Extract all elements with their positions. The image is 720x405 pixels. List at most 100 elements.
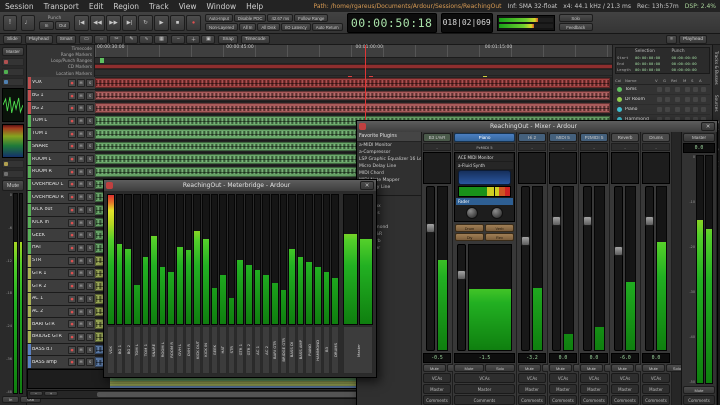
track-mute-button[interactable]: M bbox=[77, 333, 85, 341]
record-arm-button[interactable]: ● bbox=[68, 142, 76, 150]
midi-panic-button[interactable]: ! bbox=[3, 15, 17, 31]
track-header[interactable]: AC 2 ● M S bbox=[27, 306, 95, 318]
vcas-button[interactable]: VCAs bbox=[423, 373, 451, 383]
track-header[interactable]: GTR 2 ● M S bbox=[27, 280, 95, 292]
track-solo-button[interactable]: S bbox=[86, 206, 94, 214]
ruler-area[interactable]: 00:00:30:0000:00:45:0000:01:00:0000:01:1… bbox=[95, 45, 612, 77]
zoom-in-button[interactable]: + bbox=[44, 391, 58, 396]
meter-track-name[interactable]: GTR 2 bbox=[245, 326, 253, 374]
edit-point-combo[interactable]: Playhead bbox=[25, 35, 53, 44]
ruler-label[interactable]: Loop/Punch Ranges bbox=[29, 58, 92, 64]
meter-track-name[interactable]: OVH R bbox=[185, 326, 193, 374]
track-name[interactable]: AC 2 bbox=[32, 309, 67, 314]
gain-display[interactable]: 0.0 bbox=[549, 353, 577, 363]
tool-button[interactable]: ▭ bbox=[79, 35, 93, 44]
strip-mute-button[interactable]: Mute bbox=[683, 386, 715, 394]
track-mute-button[interactable]: M bbox=[77, 295, 85, 303]
track-name[interactable]: HAT bbox=[32, 245, 67, 250]
menu-item[interactable]: Window bbox=[202, 2, 242, 11]
meter-track-name[interactable]: ROOM L bbox=[159, 326, 167, 374]
record-arm-button[interactable]: ● bbox=[68, 358, 76, 366]
track-name[interactable]: STR bbox=[32, 258, 67, 263]
io-latency-button[interactable]: I/O Latency bbox=[281, 23, 311, 31]
editor-list-tab[interactable]: Tracks & Busses bbox=[714, 51, 719, 85]
menu-item[interactable]: Edit bbox=[84, 2, 109, 11]
strip-input-button[interactable]: - bbox=[580, 143, 608, 151]
send-button[interactable]: Drum bbox=[455, 224, 484, 232]
track-name[interactable]: SNARE bbox=[32, 144, 67, 149]
strip-output-button[interactable]: Master bbox=[611, 384, 639, 394]
track-name[interactable]: KICK in bbox=[32, 220, 67, 225]
audio-region[interactable] bbox=[95, 103, 610, 113]
strip-mute-button[interactable]: Mute bbox=[580, 364, 603, 372]
track-name[interactable]: TOM L bbox=[32, 118, 67, 123]
favorite-plugin-item[interactable]: MIDI Chord bbox=[357, 170, 421, 177]
fader[interactable] bbox=[645, 186, 654, 351]
zoom-button[interactable]: ▣ bbox=[201, 35, 215, 44]
meter-track-name[interactable]: TOM L bbox=[133, 326, 141, 374]
meter-track-name[interactable]: B3 bbox=[323, 326, 331, 374]
record-arm-button[interactable]: ● bbox=[68, 206, 76, 214]
track-solo-button[interactable]: S bbox=[86, 104, 94, 112]
strip-processor-box[interactable] bbox=[642, 152, 670, 184]
loop-icon[interactable]: ↻ bbox=[138, 15, 153, 31]
track-header[interactable]: STR ● M S bbox=[27, 255, 95, 267]
track-mute-button[interactable]: M bbox=[77, 130, 85, 138]
master-strip-row[interactable] bbox=[2, 68, 24, 76]
track-header[interactable]: VOX ● M S bbox=[27, 77, 95, 89]
track-mute-button[interactable]: M bbox=[77, 269, 85, 277]
record-arm-button[interactable]: ● bbox=[68, 346, 76, 354]
strip-output-button[interactable]: Master bbox=[423, 384, 451, 394]
meter-track-name[interactable]: BG 1 bbox=[116, 326, 124, 374]
master-strip-row[interactable] bbox=[2, 78, 24, 86]
strip-output-button[interactable]: Master bbox=[454, 384, 515, 394]
ruler-label[interactable]: Timecode bbox=[29, 46, 92, 52]
close-icon[interactable]: ✕ bbox=[701, 122, 715, 131]
group-name[interactable]: Piano bbox=[625, 107, 655, 112]
track-solo-button[interactable]: S bbox=[86, 168, 94, 176]
fader[interactable] bbox=[521, 186, 530, 351]
track-mute-button[interactable]: M bbox=[77, 168, 85, 176]
track-name[interactable]: BASS d.i bbox=[32, 347, 67, 352]
track-solo-button[interactable]: S bbox=[86, 92, 94, 100]
group-name[interactable]: Dr Room bbox=[625, 97, 655, 102]
track-header[interactable]: BG 2 ● M S bbox=[27, 102, 95, 114]
vcas-button[interactable]: VCAs bbox=[549, 373, 577, 383]
track-name[interactable]: GTR 2 bbox=[32, 284, 67, 289]
gain-display[interactable]: 0.0 bbox=[642, 353, 670, 363]
meter-track-name[interactable]: BG 2 bbox=[124, 326, 132, 374]
snap-label[interactable]: Snap bbox=[218, 35, 237, 44]
record-arm-button[interactable]: ● bbox=[68, 244, 76, 252]
track-mute-button[interactable]: M bbox=[77, 219, 85, 227]
record-arm-button[interactable]: ● bbox=[68, 308, 76, 316]
track-header[interactable]: KICK in ● M S bbox=[27, 217, 95, 229]
gain-display[interactable]: -1.5 bbox=[454, 353, 515, 363]
strip-input-button[interactable]: - bbox=[642, 143, 670, 151]
comments-button[interactable]: Comments bbox=[580, 395, 608, 405]
favorite-plugin-item[interactable]: Micro Delay Line bbox=[357, 163, 421, 170]
strip-name-button[interactable]: Drums bbox=[642, 133, 670, 142]
trim-knob[interactable] bbox=[491, 207, 503, 219]
strip-processor-box[interactable] bbox=[580, 152, 608, 184]
comments-button[interactable]: Comments bbox=[683, 395, 715, 405]
strip-name-button[interactable]: Hi 2 bbox=[518, 133, 546, 142]
track-name[interactable]: BARI GTR bbox=[32, 322, 67, 327]
strip-output-button[interactable]: Master bbox=[642, 384, 670, 394]
track-header[interactable]: TOM L ● M S bbox=[27, 115, 95, 127]
track-mute-button[interactable]: M bbox=[77, 282, 85, 290]
ruler-label[interactable]: Range Markers bbox=[29, 52, 92, 58]
solo-indicator-button[interactable]: Solo bbox=[559, 14, 593, 22]
strip-mute-button[interactable]: Mute bbox=[454, 364, 484, 372]
track-mute-button[interactable]: M bbox=[77, 79, 85, 87]
fader[interactable] bbox=[426, 186, 435, 351]
track-header[interactable]: GTR 1 ● M S bbox=[27, 268, 95, 280]
selection-time[interactable]: 00:00:00:00 bbox=[635, 61, 672, 66]
track-mute-button[interactable]: M bbox=[77, 142, 85, 150]
auto-return-button[interactable]: Auto Return bbox=[312, 23, 343, 31]
track-header[interactable]: BASS amp ● M S bbox=[27, 356, 95, 368]
meter-track-name[interactable]: BARI GTR bbox=[271, 326, 279, 374]
track-solo-button[interactable]: S bbox=[86, 269, 94, 277]
meter-track-name[interactable]: GEEK bbox=[211, 326, 219, 374]
meter-track-name[interactable]: KICK IN bbox=[202, 326, 210, 374]
record-arm-button[interactable]: ● bbox=[68, 219, 76, 227]
